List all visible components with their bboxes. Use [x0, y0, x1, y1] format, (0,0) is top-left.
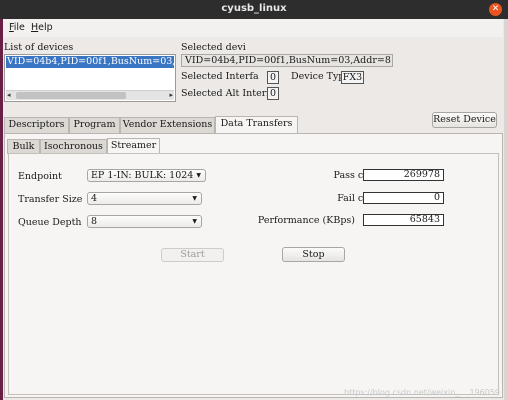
horizontal-scrollbar[interactable]: ◂ ▸ [6, 90, 174, 100]
tab-isochronous[interactable]: Isochronous [40, 139, 107, 154]
tab-streamer[interactable]: Streamer [107, 138, 160, 154]
device-list[interactable]: VID=04b4,PID=00f1,BusNum=03,Addr=8 ◂ ▸ [4, 54, 176, 102]
menu-file-label: ile [13, 22, 25, 33]
queue-depth-select[interactable]: 8 ▼ [87, 215, 202, 228]
reset-device-button[interactable]: Reset Device [432, 112, 497, 128]
endpoint-select[interactable]: EP 1-IN: BULK: 1024 ▼ [87, 169, 206, 182]
transfer-size-value: 4 [91, 193, 98, 204]
endpoint-value: EP 1-IN: BULK: 1024 [91, 170, 194, 181]
list-item[interactable]: VID=04b4,PID=00f1,BusNum=03,Addr=8 [6, 56, 174, 68]
fail-count-value: 0 [363, 192, 444, 204]
menu-file[interactable]: File [9, 22, 25, 33]
streamer-panel: Endpoint EP 1-IN: BULK: 1024 ▼ Transfer … [8, 153, 499, 395]
menu-bar: File Help [3, 19, 503, 37]
chevron-down-icon: ▼ [192, 218, 197, 225]
selected-alt-interface-value: 0 [267, 87, 279, 100]
device-list-label: List of devices [4, 42, 74, 53]
performance-value: 65843 [363, 214, 444, 226]
tab-program[interactable]: Program [69, 117, 120, 133]
menu-help-label: elp [38, 22, 53, 33]
title-bar: cyusb_linux ✕ [0, 0, 508, 19]
main-tabs: Descriptors Program Vendor Extensions Da… [4, 116, 502, 134]
stop-button[interactable]: Stop [282, 247, 345, 262]
selected-device-field: VID=04b4,PID=00f1,BusNum=03,Addr=8 [181, 54, 393, 67]
tab-descriptors[interactable]: Descriptors [4, 117, 69, 133]
window-border [504, 19, 508, 400]
device-type-label: Device Typ [291, 71, 345, 82]
queue-depth-value: 8 [91, 216, 98, 227]
selected-interface-value: 0 [267, 71, 279, 84]
transfer-size-label: Transfer Size [18, 194, 83, 205]
chevron-down-icon: ▼ [192, 195, 197, 202]
close-icon[interactable]: ✕ [489, 3, 502, 16]
performance-label: Performance (KBps) [257, 215, 355, 226]
desktop-edge [0, 19, 3, 400]
selected-device-label: Selected devi [181, 42, 246, 53]
pass-count-value: 269978 [363, 169, 444, 181]
start-button[interactable]: Start [161, 248, 224, 262]
device-type-value: FX3 [341, 71, 364, 84]
menu-help[interactable]: Help [31, 22, 53, 33]
window-title: cyusb_linux [221, 3, 287, 14]
selected-alt-interface-label: Selected Alt Interf: [181, 88, 273, 99]
queue-depth-label: Queue Depth [18, 217, 82, 228]
selected-interface-label: Selected Interfa [181, 71, 259, 82]
scrollbar-thumb[interactable] [16, 92, 126, 99]
tab-vendor-extensions[interactable]: Vendor Extensions [120, 117, 215, 133]
scroll-right-icon[interactable]: ▸ [169, 91, 173, 100]
transfer-size-select[interactable]: 4 ▼ [87, 192, 202, 205]
chevron-down-icon: ▼ [196, 172, 201, 179]
scroll-left-icon[interactable]: ◂ [7, 91, 11, 100]
data-transfers-panel: Bulk Isochronous Streamer Endpoint EP 1-… [4, 133, 503, 398]
endpoint-label: Endpoint [18, 171, 62, 182]
tab-data-transfers[interactable]: Data Transfers [215, 116, 298, 134]
tab-bulk[interactable]: Bulk [7, 139, 40, 154]
watermark-text: https://blog.csdn.net/weixin_... 196059 [344, 388, 500, 397]
